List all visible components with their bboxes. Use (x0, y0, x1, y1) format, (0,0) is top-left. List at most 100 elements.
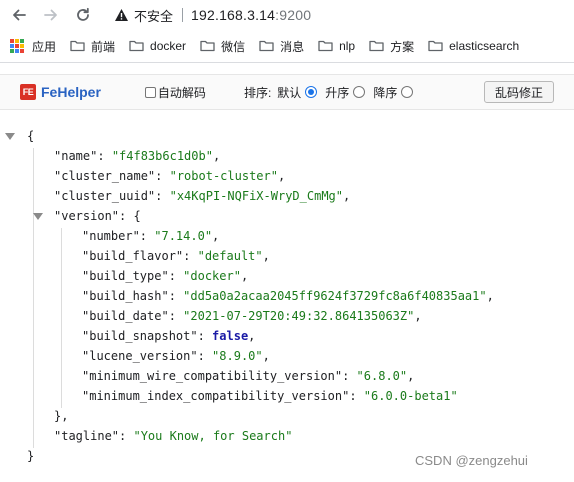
apps-grid-icon (10, 39, 24, 53)
apps-grid-dot (20, 39, 24, 43)
json-root-open: { (0, 126, 34, 146)
bookmark-folder-wechat[interactable]: 微信 (200, 38, 245, 55)
json-key: "minimum_index_compatibility_version" (82, 389, 350, 403)
json-string: "6.8.0" (356, 369, 408, 383)
json-row-build-date: "build_date": "2021-07-29T20:49:32.86413… (82, 309, 422, 323)
fehelper-toolbar: FE FeHelper 自动解码 排序: 默认 升序 降序 乱码修正 (0, 74, 574, 110)
apps-grid-dot (10, 39, 14, 43)
brace: { (133, 209, 141, 223)
bookmark-folder-message[interactable]: 消息 (259, 38, 304, 55)
json-row-cluster-uuid: "cluster_uuid": "x4KqPI-NQFiX-WryD_CmMg"… (54, 189, 351, 203)
brace: { (27, 129, 35, 143)
bookmarks-divider (0, 62, 574, 63)
warning-triangle-icon[interactable] (112, 6, 130, 24)
folder-icon (318, 40, 333, 52)
json-boolean: false (212, 329, 249, 343)
json-string: "robot-cluster" (169, 169, 278, 183)
bookmark-label: 消息 (280, 39, 305, 54)
json-row-build-hash: "build_hash": "dd5a0a2acaa2045ff9624f372… (82, 289, 494, 303)
json-key: "name" (54, 149, 98, 163)
sort-default-radio[interactable] (305, 86, 318, 98)
bookmark-folder-plan[interactable]: 方案 (369, 38, 414, 55)
auto-decode-label: 自动解码 (157, 85, 206, 100)
address-bar[interactable]: 不安全 192.168.3.14:9200 (108, 3, 574, 27)
json-key: "version" (54, 209, 120, 223)
back-button[interactable] (8, 4, 30, 26)
url-host: 192.168.3.14 (191, 7, 276, 23)
folder-icon (428, 40, 443, 52)
folder-icon (129, 40, 144, 52)
brace: }, (54, 409, 69, 423)
folder-icon (70, 40, 85, 52)
fehelper-logo[interactable]: FE FeHelper (20, 84, 101, 100)
json-key: "number" (82, 229, 140, 243)
json-key: "build_snapshot" (82, 329, 198, 343)
json-row-build-snapshot: "build_snapshot": false, (82, 329, 256, 343)
json-root-close: } (27, 446, 34, 466)
json-key: "minimum_wire_compatibility_version" (82, 369, 343, 383)
bookmark-label: docker (150, 39, 187, 53)
fix-encoding-button[interactable]: 乱码修正 (484, 81, 554, 103)
watermark: CSDN @zengzehui (415, 453, 528, 468)
folder-icon (200, 40, 215, 52)
bookmarks-bar: 应用 前端 docker 微信 消息 nlp 方案 elasticsearch (0, 32, 574, 60)
bookmark-folder-docker[interactable]: docker (129, 39, 186, 53)
reload-button[interactable] (72, 4, 94, 26)
arrow-left-icon (13, 9, 26, 21)
json-string: "You Know, for Search" (133, 429, 293, 443)
apps-grid-dot (20, 49, 24, 53)
json-row-min-index: "minimum_index_compatibility_version": "… (82, 389, 458, 403)
sort-asc-label[interactable]: 升序 (325, 84, 349, 101)
sort-label: 排序: (243, 85, 272, 100)
sort-asc-radio[interactable] (353, 86, 366, 98)
url-text[interactable]: 192.168.3.14:9200 (191, 7, 311, 23)
apps-grid-dot (10, 44, 14, 48)
json-key: "cluster_name" (54, 169, 156, 183)
json-key: "tagline" (54, 429, 120, 443)
fehelper-logo-text: FeHelper (41, 84, 101, 100)
json-row-build-type: "build_type": "docker", (82, 269, 249, 283)
apps-grid-dot (10, 49, 14, 53)
json-key: "build_flavor" (82, 249, 184, 263)
collapse-root-icon[interactable] (5, 133, 15, 140)
json-key: "build_type" (82, 269, 169, 283)
json-string: "dd5a0a2acaa2045ff9624f3729fc8a6f40835aa… (183, 289, 487, 303)
json-key: "cluster_uuid" (54, 189, 156, 203)
json-row-build-flavor: "build_flavor": "default", (82, 249, 270, 263)
bookmark-folder-frontend[interactable]: 前端 (70, 38, 115, 55)
omnibox-separator (182, 8, 184, 22)
version-indent-guide (61, 228, 62, 408)
json-string: "docker" (183, 269, 241, 283)
sort-default-label[interactable]: 默认 (277, 84, 301, 101)
json-string: "f4f83b6c1d0b" (111, 149, 213, 163)
fehelper-logo-icon: FE (20, 84, 36, 100)
apps-grid-dot (15, 39, 19, 43)
folder-icon (369, 40, 384, 52)
bookmark-label: 方案 (390, 39, 415, 54)
auto-decode-toggle[interactable]: 自动解码 (144, 84, 206, 101)
json-key: "build_hash" (82, 289, 169, 303)
apps-grid-dot (20, 44, 24, 48)
bookmark-folder-nlp[interactable]: nlp (318, 39, 355, 53)
json-version-close: }, (54, 406, 68, 426)
bookmark-label: nlp (339, 39, 356, 53)
brace: } (27, 449, 35, 463)
bookmark-folder-elasticsearch[interactable]: elasticsearch (428, 39, 519, 53)
json-string: "6.0.0-beta1" (363, 389, 458, 403)
json-string: "x4KqPI-NQFiX-WryD_CmMg" (169, 189, 343, 203)
collapse-version-icon[interactable] (33, 213, 43, 220)
forward-button[interactable] (40, 4, 62, 26)
bookmark-apps[interactable]: 应用 (10, 38, 56, 55)
json-key: "build_date" (82, 309, 169, 323)
reload-icon (77, 7, 89, 21)
root-indent-guide (33, 148, 34, 448)
folder-icon (259, 40, 274, 52)
security-status-label[interactable]: 不安全 (134, 6, 173, 25)
url-port: :9200 (275, 7, 312, 23)
auto-decode-checkbox[interactable] (144, 86, 156, 98)
sort-desc-radio[interactable] (401, 86, 414, 98)
json-row-version: "version": { (0, 206, 141, 226)
sort-desc-label[interactable]: 降序 (373, 84, 397, 101)
json-string: "default" (197, 249, 263, 263)
json-string: "2021-07-29T20:49:32.864135063Z" (183, 309, 415, 323)
